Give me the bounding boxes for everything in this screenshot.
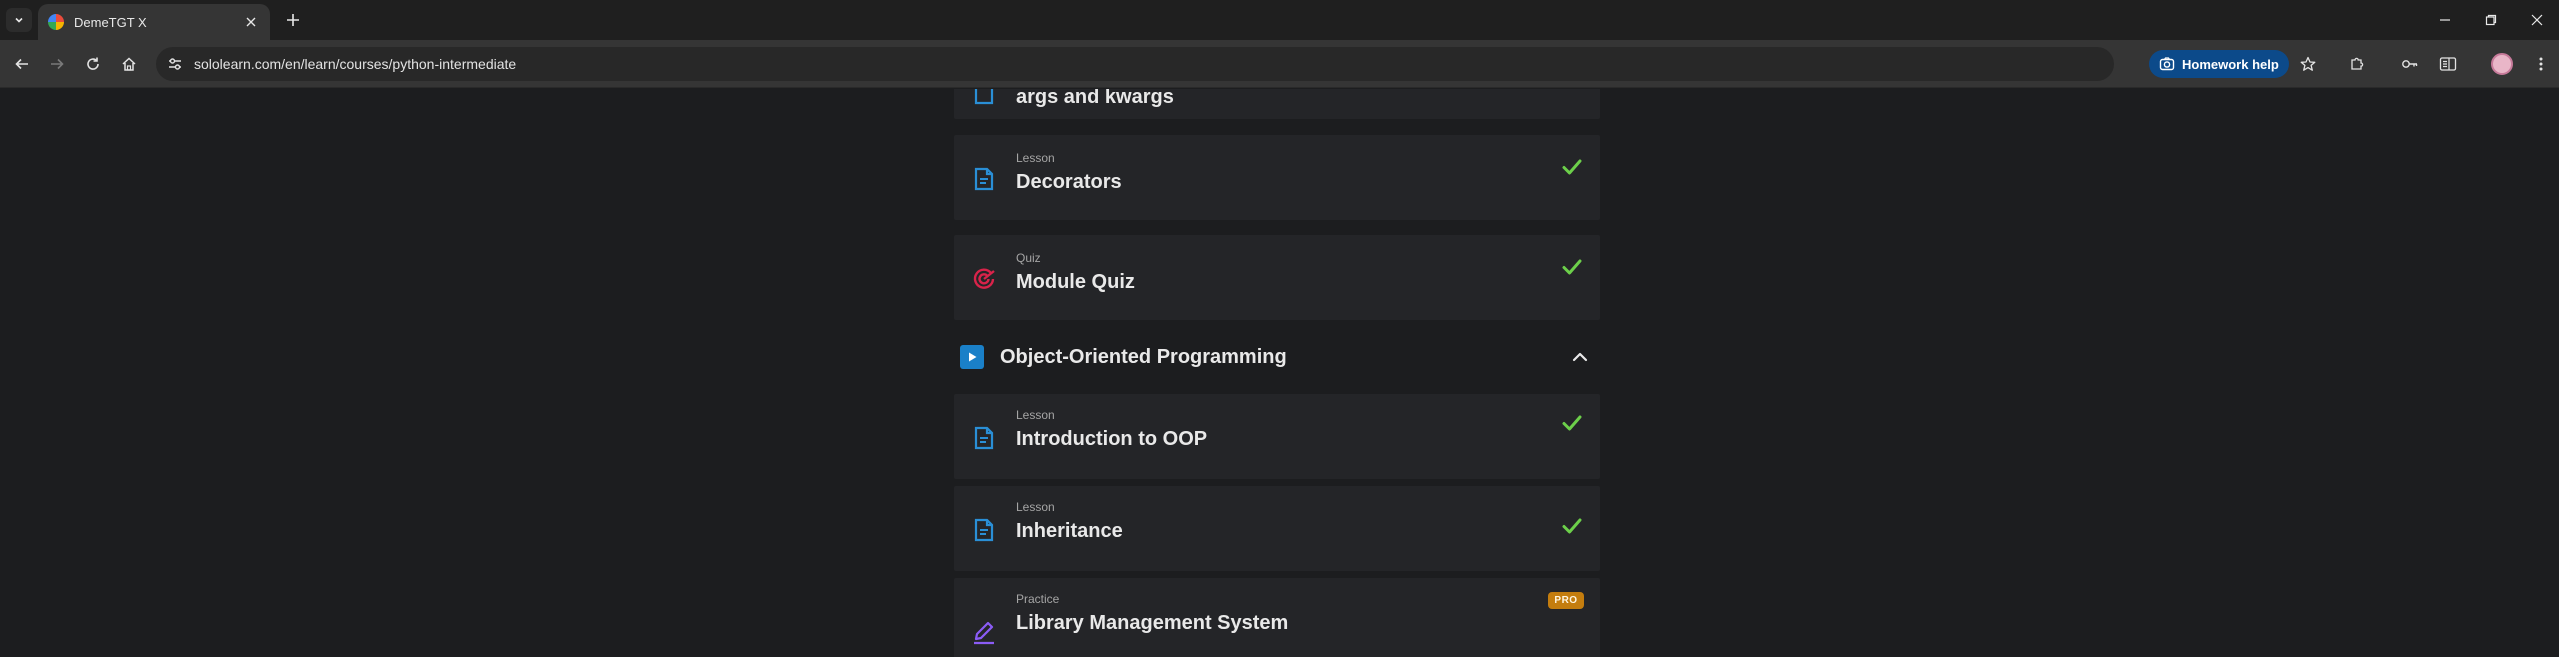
tab-close-button[interactable] — [242, 13, 260, 31]
module-play-icon — [960, 345, 984, 369]
puzzle-icon — [2351, 57, 2364, 70]
kebab-menu-icon — [2539, 57, 2543, 71]
homework-help-label: Homework help — [2182, 56, 2279, 72]
checkmark-icon — [1562, 518, 1582, 534]
card-title: Inheritance — [1016, 520, 1123, 542]
close-icon — [2531, 14, 2543, 26]
address-bar[interactable]: sololearn.com/en/learn/courses/python-in… — [156, 47, 2114, 81]
card-type: Practice — [1016, 592, 1060, 606]
lesson-icon — [970, 89, 998, 107]
chevron-up-icon[interactable] — [1568, 345, 1592, 369]
reading-mode-button[interactable] — [2435, 51, 2461, 77]
plus-icon — [287, 14, 299, 26]
card-title: Library Management System — [1016, 612, 1289, 634]
quiz-target-icon — [970, 265, 998, 293]
quiz-card[interactable]: Quiz Module Quiz — [954, 235, 1600, 320]
lesson-card[interactable]: Lesson Introduction to OOP — [954, 394, 1600, 479]
back-button[interactable] — [9, 51, 35, 77]
practice-card[interactable]: Practice Library Management System PRO — [954, 578, 1600, 657]
star-icon — [2300, 56, 2316, 71]
lesson-icon — [970, 424, 998, 452]
course-syllabus: args and kwargs Lesson Decorators Quiz M… — [954, 89, 1600, 657]
home-button[interactable] — [116, 51, 142, 77]
menu-button[interactable] — [2528, 51, 2554, 77]
lesson-card[interactable]: args and kwargs — [954, 89, 1600, 119]
forward-button[interactable] — [44, 51, 70, 77]
restore-button[interactable] — [2476, 6, 2506, 34]
checkmark-icon — [1562, 159, 1582, 175]
browser-tabstrip: DemeTGT X — [0, 0, 2559, 40]
card-type: Lesson — [1016, 408, 1055, 422]
pro-badge: PRO — [1548, 592, 1584, 609]
practice-pencil-icon — [970, 618, 998, 646]
module-title: Object-Oriented Programming — [1000, 346, 1287, 368]
card-title: Module Quiz — [1016, 271, 1135, 293]
arrow-left-icon — [15, 58, 28, 70]
close-icon — [246, 17, 256, 27]
reload-button[interactable] — [80, 51, 106, 77]
tab-title: DemeTGT X — [74, 14, 147, 30]
browser-toolbar: sololearn.com/en/learn/courses/python-in… — [0, 40, 2559, 88]
tune-icon — [169, 58, 181, 70]
lesson-card[interactable]: Lesson Decorators — [954, 135, 1600, 220]
new-tab-button[interactable] — [280, 8, 306, 32]
minimize-icon — [2440, 19, 2450, 21]
chevron-down-icon — [15, 17, 23, 23]
browser-tab-active[interactable]: DemeTGT X — [38, 4, 270, 40]
url-text[interactable]: sololearn.com/en/learn/courses/python-in… — [194, 56, 516, 72]
lesson-icon — [970, 516, 998, 544]
reader-icon — [2439, 57, 2457, 71]
favicon-icon — [48, 14, 64, 30]
module-header-oop[interactable]: Object-Oriented Programming — [954, 335, 1600, 375]
camera-search-icon — [2159, 57, 2175, 71]
reload-icon — [87, 57, 99, 70]
card-title: args and kwargs — [1016, 89, 1174, 108]
site-info-button[interactable] — [160, 52, 190, 76]
restore-icon — [2485, 14, 2497, 26]
home-icon — [122, 57, 136, 71]
lesson-card[interactable]: Lesson Inheritance — [954, 486, 1600, 571]
profile-avatar[interactable] — [2491, 53, 2513, 75]
password-manager-button[interactable] — [2397, 51, 2423, 77]
arrow-right-icon — [51, 58, 64, 70]
extensions-button[interactable] — [2344, 51, 2370, 77]
key-icon — [2402, 60, 2418, 68]
checkmark-icon — [1562, 259, 1582, 275]
card-type: Lesson — [1016, 500, 1055, 514]
homework-help-button[interactable]: Homework help — [2149, 50, 2289, 78]
card-type: Lesson — [1016, 151, 1055, 165]
tab-search-button[interactable] — [6, 8, 32, 32]
minimize-button[interactable] — [2430, 6, 2460, 34]
lesson-icon — [970, 165, 998, 193]
card-title: Introduction to OOP — [1016, 428, 1208, 450]
bookmark-button[interactable] — [2295, 51, 2321, 77]
course-content: args and kwargs Lesson Decorators Quiz M… — [0, 89, 2559, 657]
card-type: Quiz — [1016, 251, 1041, 265]
card-title: Decorators — [1016, 171, 1122, 193]
close-window-button[interactable] — [2522, 6, 2552, 34]
checkmark-icon — [1562, 415, 1582, 431]
